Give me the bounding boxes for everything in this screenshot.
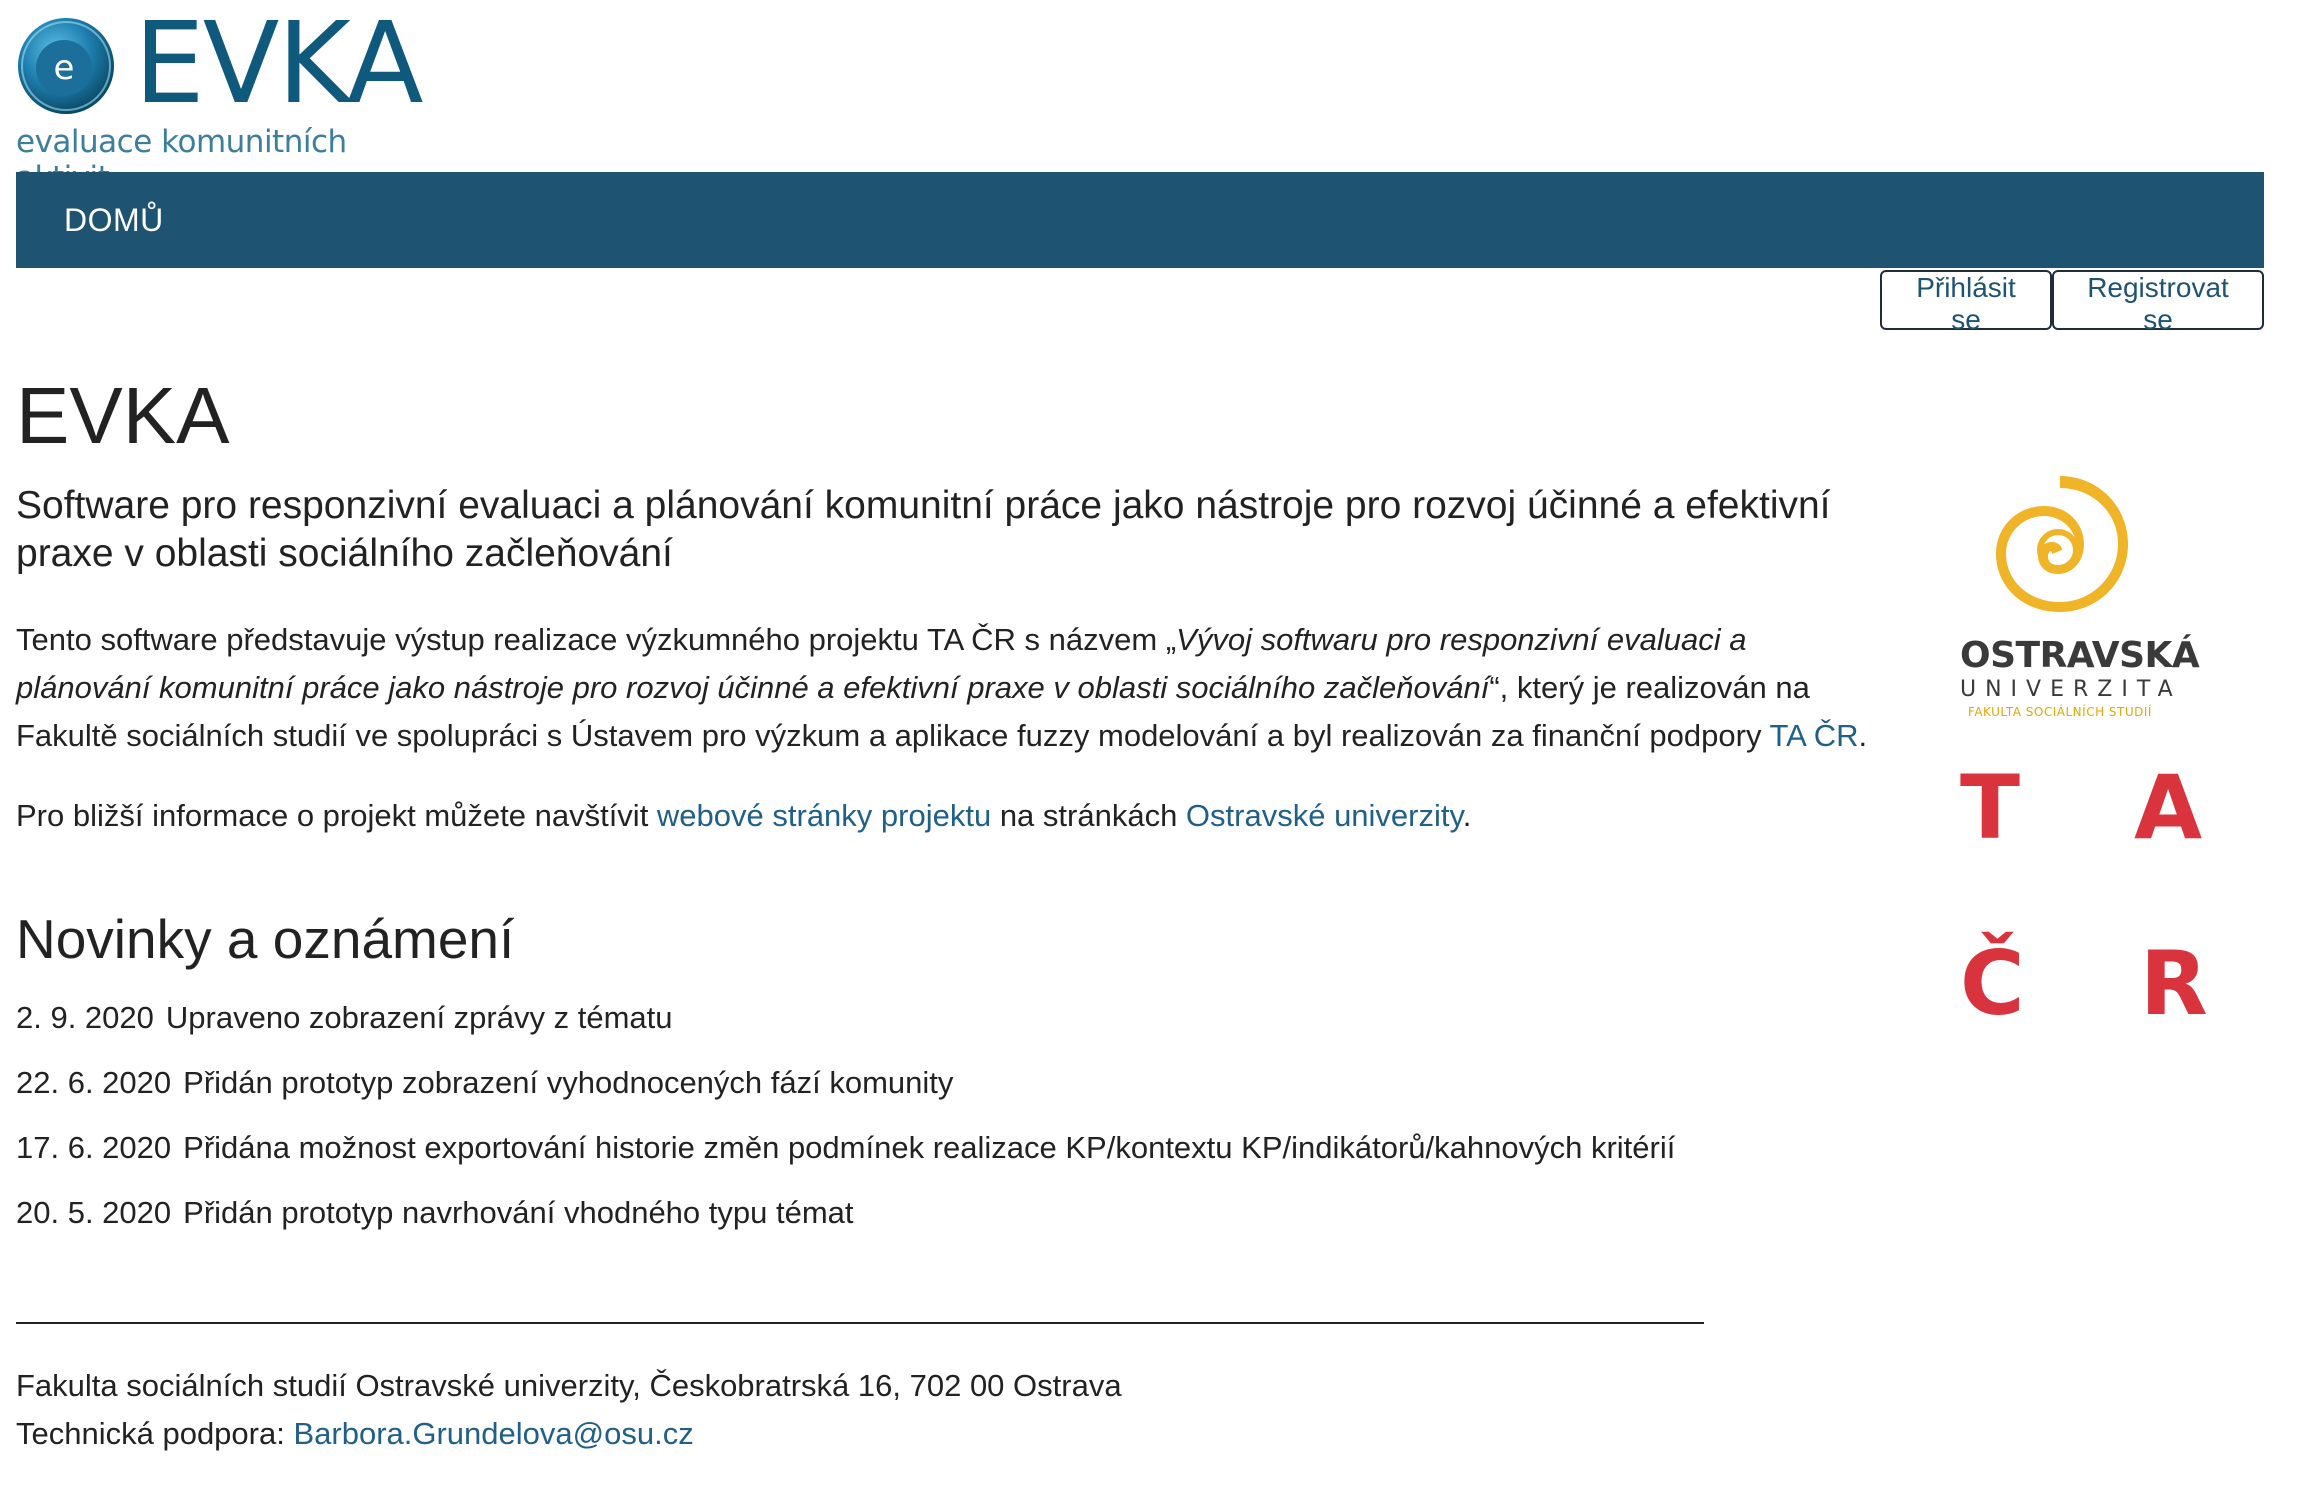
site-logo[interactable]: e EVKA evaluace komunitních aktivit: [16, 4, 436, 196]
auth-buttons: Přihlásit se Registrovat se: [1880, 270, 2264, 335]
news-date: 2. 9. 2020: [16, 1000, 154, 1035]
news-item: 20. 5. 2020 Přidán prototyp navrhování vh…: [16, 1189, 1876, 1237]
news-text: Přidán prototyp zobrazení vyhodnocených …: [183, 1065, 954, 1100]
main-navbar: DOMŮ: [16, 172, 2264, 268]
ou-subname: UNIVERZITA: [1960, 677, 2182, 702]
footer-support: Technická podpora: Barbora.Grundelova@os…: [16, 1410, 1122, 1458]
tacr-letter: R: [2140, 932, 2208, 1035]
ou-faculty: FAKULTA SOCIÁLNÍCH STUDIÍ: [1968, 705, 2152, 719]
news-item: 2. 9. 2020 Upraveno zobrazení zprávy z té…: [16, 994, 1876, 1042]
footer-divider: [16, 1322, 1704, 1324]
news-item: 17. 6. 2020 Přidána možnost exportování h…: [16, 1124, 1876, 1172]
evka-logo-icon: e: [18, 18, 114, 114]
news-list: 2. 9. 2020 Upraveno zobrazení zprávy z té…: [16, 994, 1876, 1237]
news-date: 22. 6. 2020: [16, 1065, 172, 1100]
support-email-link[interactable]: Barbora.Grundelova@osu.cz: [293, 1416, 693, 1451]
intro-text-3: .: [1858, 718, 1868, 753]
news-text: Přidán prototyp navrhování vhodného typu…: [183, 1195, 854, 1230]
ou-name: OSTRAVSKÁ: [1960, 635, 2200, 676]
news-item: 22. 6. 2020 Přidán prototyp zobrazení vyh…: [16, 1059, 1876, 1107]
more-info-text-1: Pro bližší informace o projekt můžete na…: [16, 798, 657, 833]
intro-paragraph: Tento software představuje výstup realiz…: [16, 616, 1876, 760]
tacr-letter: T: [1960, 756, 2021, 859]
page-title: EVKA: [16, 371, 230, 460]
logo-title: EVKA: [134, 0, 423, 129]
login-button[interactable]: Přihlásit se: [1880, 270, 2052, 335]
tacr-link[interactable]: TA ČR: [1770, 718, 1859, 753]
project-website-link[interactable]: webové stránky projektu: [657, 798, 991, 833]
ostravska-univerzita-logo: OSTRAVSKÁ UNIVERZITA FAKULTA SOCIÁLNÍCH …: [1960, 470, 2200, 730]
svg-text:e: e: [54, 48, 75, 88]
more-info-text-2: na stránkách: [991, 798, 1186, 833]
intro-text-1: Tento software představuje výstup realiz…: [16, 622, 1177, 657]
more-info-text-3: .: [1462, 798, 1472, 833]
footer-address: Fakulta sociálních studií Ostravské univ…: [16, 1368, 1122, 1403]
tacr-logo: T A Č R: [1950, 756, 2210, 1035]
page-subtitle: Software pro responzivní evaluaci a plán…: [16, 484, 1831, 575]
main-content: EVKA Software pro responzivní evaluaci a…: [16, 368, 1876, 1254]
more-info-paragraph: Pro bližší informace o projekt můžete na…: [16, 792, 1876, 840]
news-text: Přidána možnost exportování historie změ…: [183, 1130, 1676, 1165]
news-heading: Novinky a oznámení: [16, 908, 515, 970]
register-button[interactable]: Registrovat se: [2052, 270, 2264, 335]
news-date: 20. 5. 2020: [16, 1195, 172, 1230]
news-text: Upraveno zobrazení zprávy z tématu: [165, 1000, 673, 1035]
news-date: 17. 6. 2020: [16, 1130, 172, 1165]
ou-website-link[interactable]: Ostravské univerzity: [1186, 798, 1463, 833]
tacr-letter: A: [2134, 756, 2203, 859]
nav-home-link[interactable]: DOMŮ: [64, 200, 164, 240]
ou-swirl-icon: [1996, 476, 2128, 612]
tacr-letter: Č: [1960, 932, 2025, 1035]
footer: Fakulta sociálních studií Ostravské univ…: [16, 1362, 1122, 1458]
support-label: Technická podpora:: [16, 1416, 294, 1451]
